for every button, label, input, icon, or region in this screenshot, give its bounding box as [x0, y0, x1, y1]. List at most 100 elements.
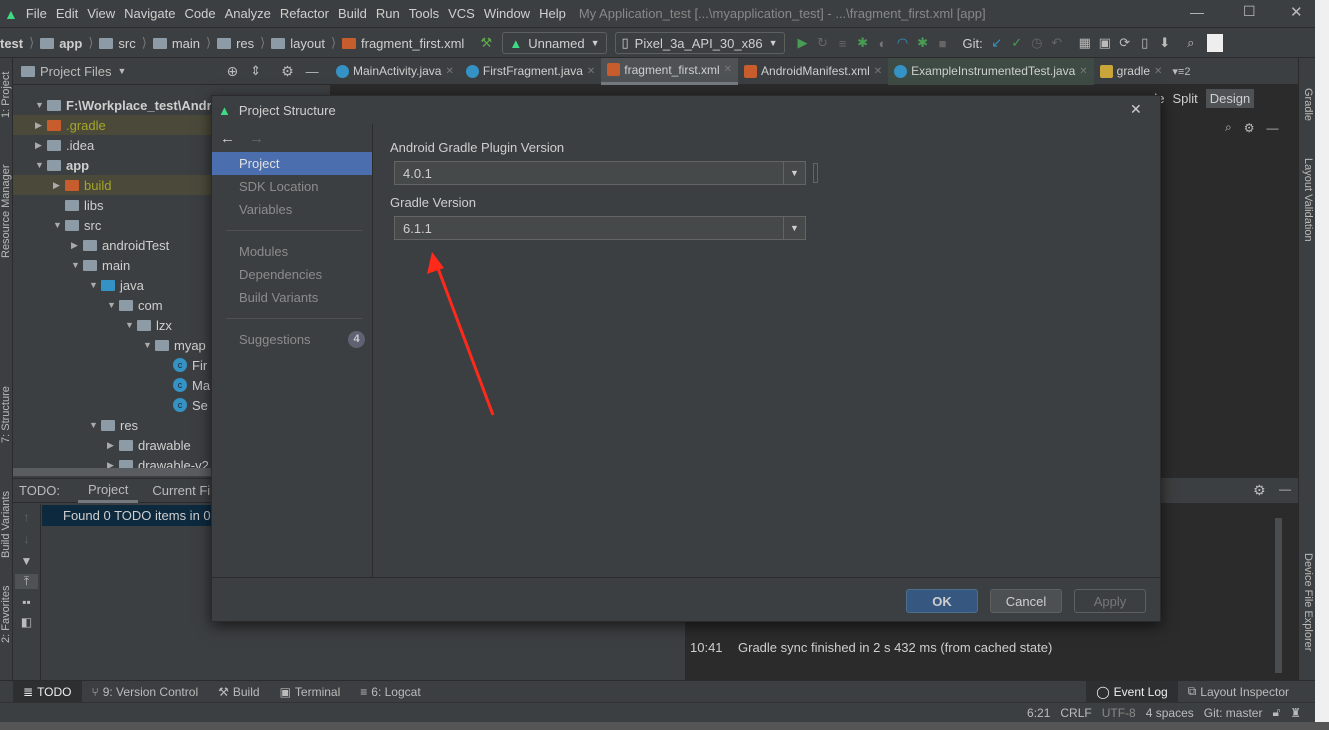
- profile-icon[interactable]: ◠: [893, 35, 913, 51]
- previous-icon[interactable]: ↑: [13, 510, 40, 524]
- menu-view[interactable]: View: [87, 6, 115, 21]
- breadcrumb-item[interactable]: layout: [290, 36, 325, 51]
- project-structure-icon[interactable]: ▦: [1075, 35, 1095, 51]
- filter-icon[interactable]: ▼: [13, 554, 40, 568]
- gear-icon[interactable]: ⚙: [281, 63, 294, 80]
- tree-item[interactable]: ▼ res: [89, 415, 138, 435]
- inspector-icon[interactable]: ♜: [1290, 706, 1301, 720]
- locate-icon[interactable]: ⊕: [226, 63, 238, 80]
- git-branch[interactable]: Git: master: [1204, 706, 1263, 720]
- expanded-arrow-icon[interactable]: ▼: [125, 320, 137, 330]
- close-window-button[interactable]: ✕: [1290, 3, 1303, 21]
- run-coverage-icon[interactable]: ◐: [873, 36, 893, 51]
- build-tool-button[interactable]: ⚒ Build: [208, 681, 269, 703]
- tab-fragment_first-xml[interactable]: fragment_first.xml ✕: [601, 57, 739, 85]
- preview-icon[interactable]: ◧: [13, 615, 40, 629]
- collapse-all-icon[interactable]: ⇕: [250, 63, 261, 79]
- git-rollback-icon[interactable]: ↶: [1047, 35, 1067, 51]
- todo-result-row[interactable]: Found 0 TODO items in 0: [42, 505, 212, 526]
- git-commit-icon[interactable]: ✓: [1007, 35, 1027, 51]
- close-dialog-button[interactable]: ✕: [1130, 101, 1142, 118]
- menu-build[interactable]: Build: [338, 6, 367, 21]
- line-separator[interactable]: CRLF: [1060, 706, 1091, 720]
- tool-window-project[interactable]: 1: Project: [0, 72, 12, 118]
- gradle-version-select[interactable]: 6.1.1 ▼: [394, 216, 806, 240]
- collapsed-arrow-icon[interactable]: ▶: [53, 180, 65, 191]
- breadcrumb-item[interactable]: fragment_first.xml: [361, 36, 464, 51]
- tree-item[interactable]: ▼ com: [107, 295, 163, 315]
- sidebar-item-modules[interactable]: Modules: [212, 240, 372, 263]
- menu-file[interactable]: File: [26, 6, 47, 21]
- sync-gradle-icon[interactable]: ⟳: [1115, 35, 1135, 51]
- breadcrumb-item[interactable]: res: [236, 36, 254, 51]
- event-message[interactable]: Gradle sync finished in 2 s 432 ms (from…: [738, 640, 1052, 655]
- todo-tab-project[interactable]: Project: [77, 479, 139, 503]
- hide-icon[interactable]: —: [1279, 482, 1291, 496]
- sidebar-item-dependencies[interactable]: Dependencies: [212, 263, 372, 286]
- minimize-icon[interactable]: —: [1267, 121, 1279, 135]
- tab-firstfragment-java[interactable]: FirstFragment.java ✕: [460, 58, 601, 85]
- git-history-icon[interactable]: ◷: [1027, 35, 1047, 51]
- close-tab-icon[interactable]: ✕: [724, 64, 732, 75]
- tree-item[interactable]: ▼ src: [53, 215, 101, 235]
- indent-setting[interactable]: 4 spaces: [1146, 706, 1194, 720]
- tree-item[interactable]: c Ma: [161, 375, 210, 395]
- run-config-select[interactable]: ▲ Unnamed ▼: [502, 32, 607, 54]
- split-mode-button[interactable]: Split: [1172, 91, 1197, 106]
- stop-icon[interactable]: ■: [933, 36, 953, 51]
- device-select[interactable]: ▯ Pixel_3a_API_30_x86 ▼: [614, 32, 785, 54]
- close-tab-icon[interactable]: ✕: [587, 66, 595, 77]
- plugin-version-select[interactable]: 4.0.1 ▼: [394, 161, 806, 185]
- caret-position[interactable]: 6:21: [1027, 706, 1050, 720]
- menu-navigate[interactable]: Navigate: [124, 6, 175, 21]
- tool-window-structure[interactable]: 7: Structure: [0, 386, 12, 443]
- tree-item[interactable]: c Fir: [161, 355, 207, 375]
- hide-icon[interactable]: —: [306, 64, 319, 79]
- collapsed-arrow-icon[interactable]: ▶: [71, 240, 83, 251]
- terminal-tool-button[interactable]: ▣ Terminal: [270, 681, 351, 703]
- apply-changes-icon[interactable]: ↻: [813, 35, 833, 51]
- next-icon[interactable]: ↓: [13, 532, 40, 546]
- account-avatar[interactable]: [1206, 34, 1223, 52]
- tool-window-layout-validation[interactable]: Layout Validation: [1302, 158, 1314, 242]
- debug-icon[interactable]: ✱: [853, 35, 873, 51]
- collapsed-arrow-icon[interactable]: ▶: [107, 440, 119, 451]
- tree-item[interactable]: ▼ main: [71, 255, 130, 275]
- design-mode-button[interactable]: Design: [1205, 89, 1255, 108]
- attach-debugger-icon[interactable]: ✱: [913, 35, 933, 51]
- collapsed-arrow-icon[interactable]: ▶: [35, 140, 47, 151]
- back-arrow-icon[interactable]: ←: [220, 130, 235, 147]
- git-update-icon[interactable]: ↙: [987, 35, 1007, 51]
- menu-tools[interactable]: Tools: [409, 6, 439, 21]
- tool-window-device-file-explorer[interactable]: Device File Explorer: [1302, 553, 1314, 651]
- expanded-arrow-icon[interactable]: ▼: [89, 420, 101, 430]
- apply-code-changes-icon[interactable]: ≡: [833, 36, 853, 51]
- tool-window-resource-manager[interactable]: Resource Manager: [0, 164, 12, 258]
- tab-exampleinstrumentedtest-java[interactable]: ExampleInstrumentedTest.java ✕: [888, 57, 1094, 85]
- menu-analyze[interactable]: Analyze: [225, 6, 271, 21]
- lock-icon[interactable]: 🔓︎: [1272, 705, 1280, 720]
- breadcrumb-item[interactable]: src: [118, 36, 135, 51]
- tree-item[interactable]: ▼ java: [89, 275, 144, 295]
- tree-item[interactable]: libs: [53, 195, 104, 215]
- version-control-tool-button[interactable]: ⑂ 9: Version Control: [82, 681, 209, 703]
- menu-run[interactable]: Run: [376, 6, 400, 21]
- device-manager-icon[interactable]: ▯: [1135, 35, 1155, 51]
- layout-inspector-tool-button[interactable]: ⧉ Layout Inspector: [1178, 681, 1299, 703]
- tab-gradle[interactable]: gradle ✕: [1094, 58, 1169, 85]
- group-by-icon[interactable]: ▪▪: [13, 595, 40, 609]
- gear-icon[interactable]: ⚙: [1253, 482, 1266, 499]
- expanded-arrow-icon[interactable]: ▼: [143, 340, 155, 350]
- chevron-down-icon[interactable]: ▼: [118, 66, 127, 76]
- run-icon[interactable]: ▶: [793, 35, 813, 51]
- close-tab-icon[interactable]: ✕: [445, 66, 453, 77]
- menu-window[interactable]: Window: [484, 6, 530, 21]
- menu-help[interactable]: Help: [539, 6, 566, 21]
- tool-window-build-variants[interactable]: Build Variants: [0, 491, 12, 558]
- expanded-arrow-icon[interactable]: ▼: [71, 260, 83, 270]
- menu-code[interactable]: Code: [184, 6, 215, 21]
- expanded-arrow-icon[interactable]: ▼: [35, 160, 47, 170]
- apply-button[interactable]: Apply: [1074, 589, 1146, 613]
- sidebar-item-build-variants[interactable]: Build Variants: [212, 286, 372, 309]
- breadcrumb-item[interactable]: app: [59, 36, 82, 51]
